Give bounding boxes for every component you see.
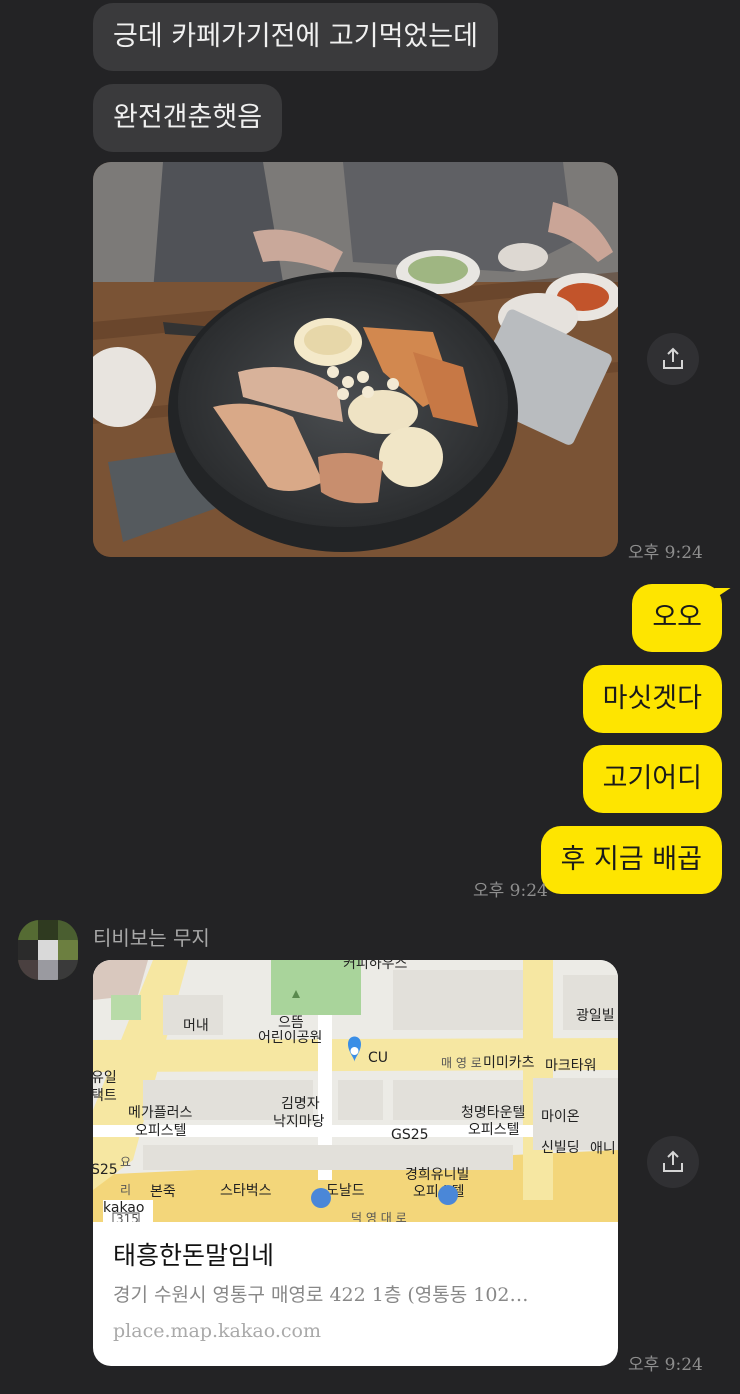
incoming-message-bubble[interactable]: 완전갠춘햇음	[93, 84, 283, 152]
svg-text:매 영 로: 매 영 로	[441, 1056, 482, 1070]
svg-text:스타벅스: 스타벅스	[220, 1183, 272, 1199]
place-address: 경기 수원시 영통구 매영로 422 1층 (영통동 102…	[113, 1284, 529, 1306]
svg-text:경희유니빌: 경희유니빌	[405, 1167, 469, 1183]
svg-text:낙지마당: 낙지마당	[273, 1114, 325, 1130]
svg-text:신빌딩: 신빌딩	[541, 1140, 580, 1156]
sender-name: 티비보는 무지	[93, 926, 210, 950]
place-url[interactable]: place.map.kakao.com	[113, 1320, 321, 1342]
place-name: 태흥한돈말임네	[113, 1241, 275, 1270]
svg-text:도날드: 도날드	[326, 1183, 365, 1199]
share-photo-button[interactable]	[647, 333, 699, 385]
map-preview: kakao 315 커피하우스 으뜸 어린이공원 CU 머내 매 영 로 미미카…	[93, 960, 618, 1226]
svg-text:메가플러스: 메가플러스	[128, 1105, 193, 1121]
grill-photo-image	[93, 162, 618, 557]
svg-text:유일: 유일	[93, 1070, 117, 1086]
avatar[interactable]	[18, 920, 78, 980]
svg-text:으뜸: 으뜸	[278, 1015, 304, 1031]
svg-text:요: 요	[120, 1155, 131, 1169]
svg-text:머내: 머내	[183, 1018, 209, 1034]
incoming-message-bubble[interactable]: 긍데 카페가기전에 고기먹었는데	[93, 3, 498, 71]
svg-text:오피스텔: 오피스텔	[135, 1123, 187, 1139]
svg-text:315: 315	[116, 1212, 139, 1222]
svg-text:커피하우스: 커피하우스	[343, 960, 408, 972]
svg-text:오피스텔: 오피스텔	[468, 1122, 520, 1138]
svg-text:GS25: GS25	[391, 1127, 429, 1143]
avatar-image	[18, 920, 78, 980]
svg-text:어린이공원: 어린이공원	[258, 1030, 322, 1046]
svg-text:마크타워: 마크타워	[545, 1058, 597, 1074]
outgoing-message-bubble[interactable]: 고기어디	[582, 745, 722, 813]
svg-text:청명타운텔: 청명타운텔	[461, 1105, 525, 1121]
shared-photo[interactable]	[93, 162, 618, 557]
svg-text:미미카츠: 미미카츠	[483, 1055, 535, 1071]
svg-text:광일빌: 광일빌	[576, 1008, 615, 1024]
message-timestamp: 오후 9:24	[628, 1355, 703, 1375]
outgoing-message-bubble[interactable]: 후 지금 배곱	[540, 826, 722, 894]
share-icon	[663, 1150, 683, 1172]
message-timestamp: 오후 9:24	[628, 543, 703, 563]
message-timestamp: 오후 9:24	[473, 881, 548, 901]
outgoing-message-bubble[interactable]: 오오	[632, 584, 722, 652]
svg-text:본죽: 본죽	[150, 1184, 176, 1200]
svg-text:애니: 애니	[590, 1141, 616, 1157]
svg-text:CU: CU	[368, 1050, 388, 1066]
svg-text:덕 영 대 로: 덕 영 대 로	[351, 1211, 407, 1222]
svg-text:택트: 택트	[93, 1088, 117, 1104]
location-card[interactable]: kakao 315 커피하우스 으뜸 어린이공원 CU 머내 매 영 로 미미카…	[93, 960, 618, 1366]
svg-text:S25: S25	[93, 1162, 118, 1178]
outgoing-message-bubble[interactable]: 마싯겟다	[582, 665, 722, 733]
share-location-button[interactable]	[647, 1136, 699, 1188]
svg-text:마이온: 마이온	[541, 1109, 580, 1125]
svg-text:김명자: 김명자	[281, 1096, 320, 1112]
svg-text:리: 리	[120, 1183, 131, 1197]
share-icon	[663, 347, 683, 369]
